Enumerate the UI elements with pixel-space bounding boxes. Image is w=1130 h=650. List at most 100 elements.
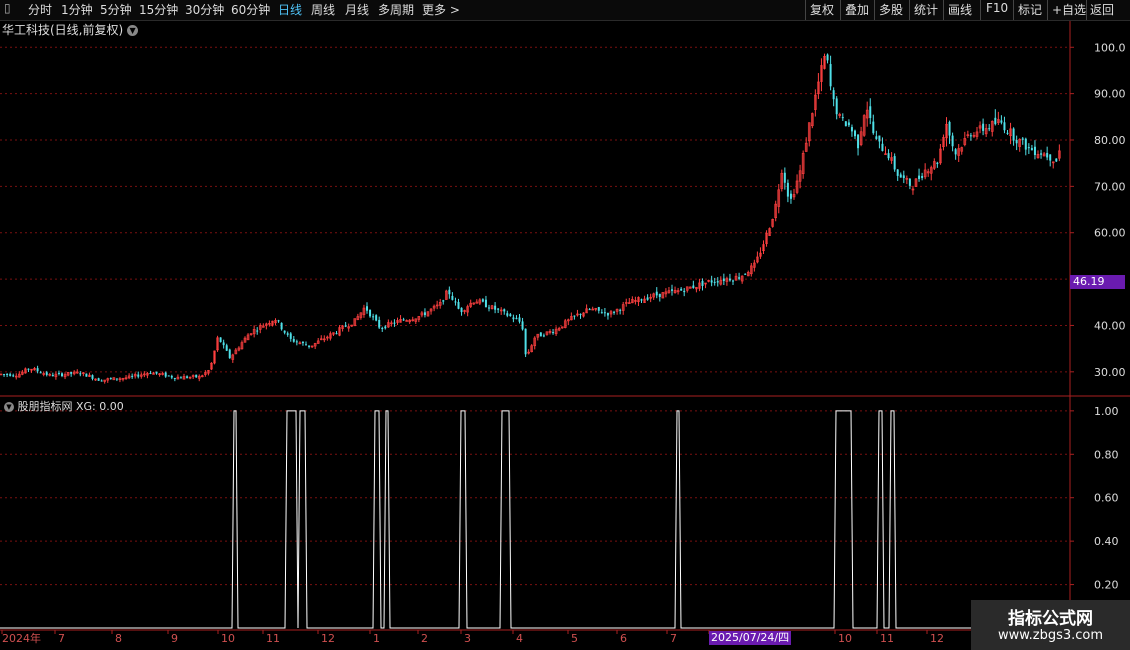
candle-body [552, 332, 555, 334]
candle-body [344, 325, 347, 327]
x-tick-label: 2024年 [2, 631, 41, 645]
candle-body [292, 339, 295, 342]
candle-body [1006, 132, 1009, 134]
x-tick-label: 12 [321, 632, 335, 645]
candle-body [9, 374, 12, 376]
candle-body [442, 300, 445, 302]
x-tick-label: 11 [880, 632, 894, 645]
indicator-title[interactable]: ▼ 股朋指标网 XG: 0.00 [4, 398, 124, 414]
candle-body [1030, 148, 1033, 151]
candle-body [372, 316, 375, 318]
candle-body [57, 372, 60, 374]
candle-body [149, 372, 152, 374]
candle-body [1046, 152, 1049, 158]
candle-body [79, 373, 82, 375]
candle-body [881, 143, 884, 151]
candle-body [1049, 154, 1052, 161]
candle-body [36, 368, 39, 372]
candle-body [155, 371, 158, 374]
candle-body [375, 315, 378, 321]
indicator-title-text: 股朋指标网 XG: 0.00 [17, 400, 124, 413]
candle-body [506, 313, 509, 316]
candle-body [448, 289, 451, 295]
candle-body [137, 374, 140, 377]
candle-body [503, 309, 506, 312]
candle-body [542, 335, 545, 337]
candle-body [936, 162, 939, 165]
x-tick-label: 1 [373, 632, 380, 645]
candle-body [173, 378, 176, 380]
candle-body [603, 312, 606, 314]
candle-body [573, 315, 576, 317]
x-tick-label: 7 [58, 632, 65, 645]
candle-body [646, 297, 649, 300]
candle-body [847, 122, 850, 126]
candle-body [902, 175, 905, 179]
indicator-grid [0, 410, 1070, 586]
candle-body [225, 345, 228, 351]
candle-body [692, 285, 695, 288]
candle-body [887, 153, 890, 159]
candle-body [786, 182, 789, 197]
y-tick-label: 70.00 [1094, 180, 1126, 193]
candle-body [1003, 122, 1006, 131]
candle-body [179, 377, 182, 379]
candle-body [600, 312, 603, 314]
candle-body [744, 273, 747, 275]
candle-body [280, 322, 283, 330]
candle-body [732, 280, 734, 282]
x-tick-label: 8 [115, 632, 122, 645]
x-tick-label: 3 [464, 632, 471, 645]
candle-body [402, 319, 405, 321]
candle-body [454, 301, 457, 303]
x-tick-label: 5 [571, 632, 578, 645]
y-tick-label: 0.40 [1094, 535, 1119, 548]
main-grid [0, 46, 1070, 373]
candle-body [1027, 147, 1030, 149]
candle-body [606, 312, 609, 316]
x-tick-label: 6 [620, 632, 627, 645]
candle-body [366, 306, 368, 311]
candle-body [826, 54, 829, 61]
y-tick-label: 100.0 [1094, 41, 1126, 54]
candle-body [286, 333, 289, 335]
candle-body [27, 368, 30, 370]
candle-body [484, 299, 487, 308]
candle-body [948, 121, 951, 136]
candle-body [283, 330, 286, 333]
candle-body [619, 309, 622, 311]
candle-body [1000, 120, 1003, 123]
watermark-title: 指标公式网 [1008, 609, 1093, 629]
y-tick-label: 60.00 [1094, 227, 1126, 240]
current-price-tag: 46.19 [1070, 275, 1125, 289]
chevron-down-icon[interactable]: ▼ [4, 402, 14, 412]
candle-body [899, 174, 902, 178]
candle-body [305, 344, 307, 346]
candle-body [994, 117, 997, 125]
candle-body [256, 330, 259, 332]
candle-body [524, 328, 527, 355]
candle-body [722, 278, 725, 282]
candle-body [738, 277, 741, 279]
candle-body [1055, 158, 1058, 162]
candle-body [512, 317, 515, 320]
y-tick-label: 1.00 [1094, 405, 1119, 418]
candle-body [1021, 138, 1024, 140]
candle-body [378, 319, 381, 328]
candle-body [170, 375, 173, 378]
xg-line [0, 410, 1070, 629]
candle-body [109, 378, 112, 380]
x-tick-label: 2 [421, 632, 428, 645]
candle-body [969, 135, 972, 137]
candle-body [783, 172, 786, 183]
candle-body [100, 380, 103, 382]
candle-body [982, 123, 985, 131]
candle-body [6, 373, 9, 375]
candle-body [655, 291, 658, 296]
candle-body [1040, 153, 1043, 155]
candle-body [384, 326, 387, 329]
candle-body [518, 317, 521, 322]
kline-chart[interactable]: 30.0040.0050.0060.0070.0080.0090.00100.0… [0, 0, 1130, 650]
cursor-date-tag: 2025/07/24/四 [709, 631, 792, 645]
candle-body [115, 378, 118, 380]
